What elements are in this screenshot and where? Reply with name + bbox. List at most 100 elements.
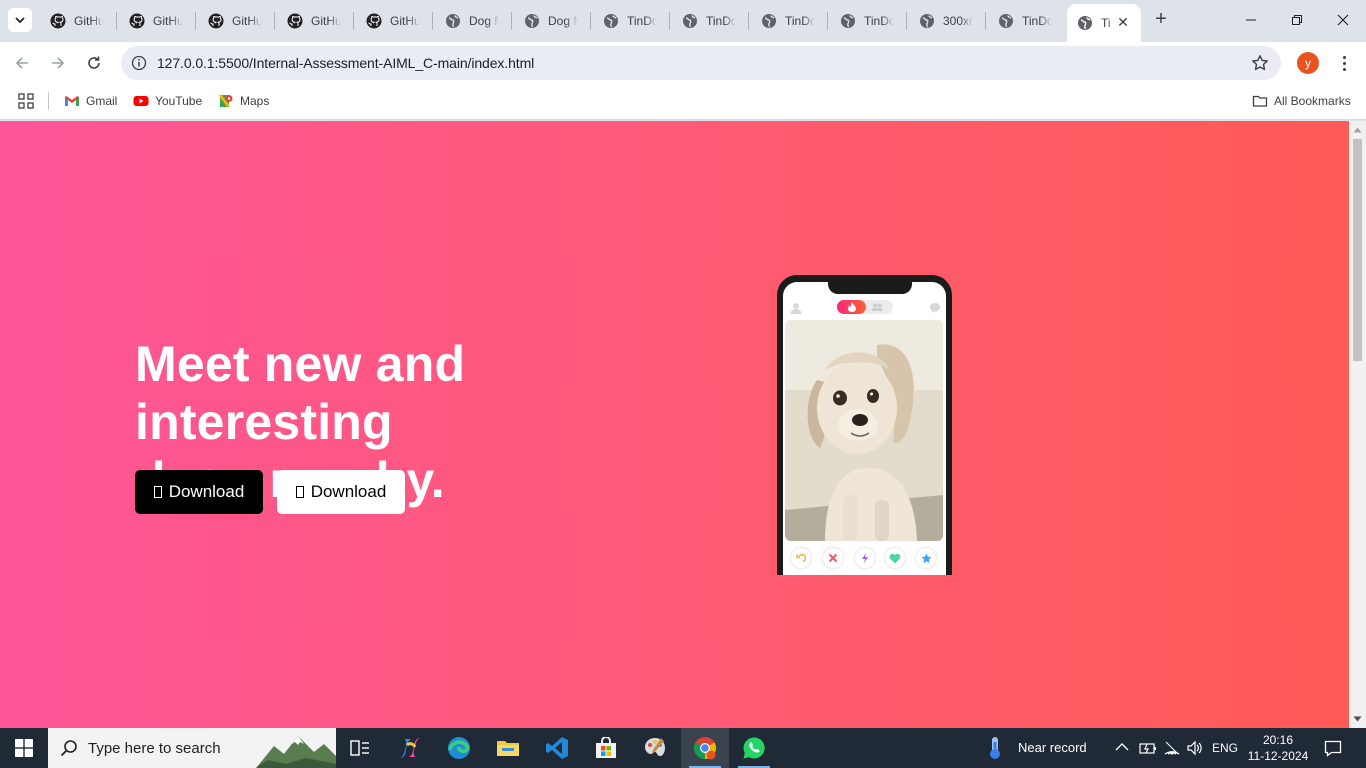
arrow-right-icon: [52, 57, 65, 69]
bookmark-maps[interactable]: Maps: [218, 92, 269, 110]
github-icon: [366, 13, 382, 29]
bookmark-gmail[interactable]: Gmail: [64, 92, 117, 110]
close-tab-icon[interactable]: ✕: [1115, 14, 1131, 30]
url-text[interactable]: 127.0.0.1:5500/Internal-Assessment-AIML_…: [157, 55, 534, 71]
chevron-up-icon[interactable]: [1115, 742, 1129, 752]
site-info-icon[interactable]: [131, 55, 147, 71]
dog-photo: [785, 320, 943, 541]
like-button[interactable]: [885, 548, 905, 568]
tab-tindog-4[interactable]: TinDo: [830, 6, 906, 36]
tab-300x6[interactable]: 300x6: [909, 6, 985, 36]
tab-github-5[interactable]: GitHub: [356, 6, 432, 36]
weather-text[interactable]: Near record: [1018, 740, 1087, 755]
search-icon: [60, 740, 77, 757]
taskbar-search-box[interactable]: Type here to search: [48, 728, 336, 768]
tab-github-4[interactable]: GitHub: [277, 6, 353, 36]
address-bar[interactable]: 127.0.0.1:5500/Internal-Assessment-AIML_…: [121, 46, 1281, 80]
forward-button[interactable]: [46, 51, 70, 75]
windows-taskbar: Type here to search Near record ENG 20:1…: [0, 728, 1366, 768]
group-icon: [871, 303, 883, 311]
task-view-button[interactable]: [336, 728, 384, 768]
minimize-button[interactable]: [1228, 0, 1274, 40]
hero-title-line-1: Meet new and interesting: [135, 336, 466, 450]
tab-active[interactable]: Ti ✕: [1067, 4, 1141, 42]
edge-button[interactable]: [435, 728, 483, 768]
download-button-primary[interactable]: Download: [135, 470, 263, 514]
apps-button[interactable]: [18, 92, 34, 110]
battery-icon[interactable]: [1139, 741, 1157, 755]
github-icon: [129, 13, 145, 29]
tab-dog-2[interactable]: Dog M: [514, 6, 590, 36]
tab-tindog-3[interactable]: TinDo: [751, 6, 827, 36]
microsoft-store-button[interactable]: [582, 728, 630, 768]
app-header: [783, 298, 946, 318]
profile-avatar[interactable]: y: [1297, 52, 1319, 74]
bookmark-label: Gmail: [86, 94, 118, 108]
tab-label: TinDo: [864, 14, 894, 28]
language-indicator[interactable]: ENG: [1212, 741, 1238, 755]
close-icon: [1337, 14, 1349, 26]
tab-github-2[interactable]: GitHub: [119, 6, 195, 36]
tab-tindog-5[interactable]: TinDo: [988, 6, 1064, 36]
scroll-thumb[interactable]: [1353, 139, 1362, 361]
tab-label: TinDo: [1022, 14, 1052, 28]
close-window-button[interactable]: [1320, 0, 1366, 40]
chat-icon: [930, 303, 940, 313]
copilot-button[interactable]: [386, 728, 434, 768]
restore-button[interactable]: [1274, 0, 1320, 40]
super-like-button[interactable]: [916, 548, 936, 568]
reload-button[interactable]: [82, 51, 106, 75]
download-label: Download: [310, 482, 387, 501]
tab-search-button[interactable]: [8, 8, 32, 32]
globe-icon: [683, 14, 697, 28]
new-tab-button[interactable]: +: [1150, 9, 1172, 31]
missing-glyph-icon: [295, 486, 304, 498]
browser-toolbar: 127.0.0.1:5500/Internal-Assessment-AIML_…: [0, 42, 1366, 84]
start-button[interactable]: [0, 728, 48, 768]
page-scrollbar[interactable]: [1349, 121, 1366, 728]
boost-button[interactable]: [855, 548, 875, 568]
volume-icon[interactable]: [1186, 740, 1204, 756]
wifi-icon[interactable]: [1163, 740, 1181, 756]
maps-icon: [219, 94, 233, 108]
scroll-up-icon[interactable]: [1353, 126, 1362, 134]
tab-github-1[interactable]: GitHub: [40, 6, 116, 36]
scroll-down-icon[interactable]: [1353, 715, 1362, 723]
globe-icon: [1078, 16, 1092, 30]
dog-illustration: [785, 320, 943, 541]
globe-icon: [920, 14, 934, 28]
all-bookmarks-button[interactable]: All Bookmarks: [1252, 92, 1351, 110]
reload-icon: [88, 56, 100, 69]
folder-icon: [1252, 95, 1268, 107]
bookmark-star-icon[interactable]: [1251, 54, 1269, 72]
clock[interactable]: 20:16 11-12-2024: [1244, 732, 1312, 764]
windows-logo-icon: [15, 739, 33, 757]
nope-button[interactable]: [823, 548, 843, 568]
tab-github-3[interactable]: GitHub: [198, 6, 274, 36]
tab-tindog-1[interactable]: TinDo: [593, 6, 669, 36]
rewind-button[interactable]: [791, 548, 811, 568]
chrome-button[interactable]: [681, 728, 729, 768]
tab-tindog-2[interactable]: TinDo: [672, 6, 748, 36]
vscode-button[interactable]: [533, 728, 581, 768]
tab-label: GitHub: [390, 14, 420, 28]
globe-icon: [525, 14, 539, 28]
file-explorer-button[interactable]: [484, 728, 532, 768]
profile-icon: [790, 303, 802, 314]
rewind-icon: [796, 553, 806, 563]
paint-button[interactable]: [631, 728, 679, 768]
gmail-icon: [65, 96, 79, 106]
bookmark-youtube[interactable]: YouTube: [133, 92, 202, 110]
clock-time: 20:16: [1262, 733, 1294, 747]
browser-menu-icon[interactable]: [1334, 52, 1354, 74]
tab-dog-1[interactable]: Dog M: [435, 6, 511, 36]
whatsapp-button[interactable]: [730, 728, 778, 768]
back-button[interactable]: [10, 51, 34, 75]
vscode-icon: [546, 737, 568, 759]
github-icon: [50, 13, 66, 29]
clock-date: 11-12-2024: [1247, 749, 1309, 763]
download-button-secondary[interactable]: Download: [277, 470, 405, 514]
thermometer-icon: [990, 737, 1000, 759]
close-x-icon: [828, 553, 838, 563]
notification-icon[interactable]: [1324, 739, 1342, 757]
